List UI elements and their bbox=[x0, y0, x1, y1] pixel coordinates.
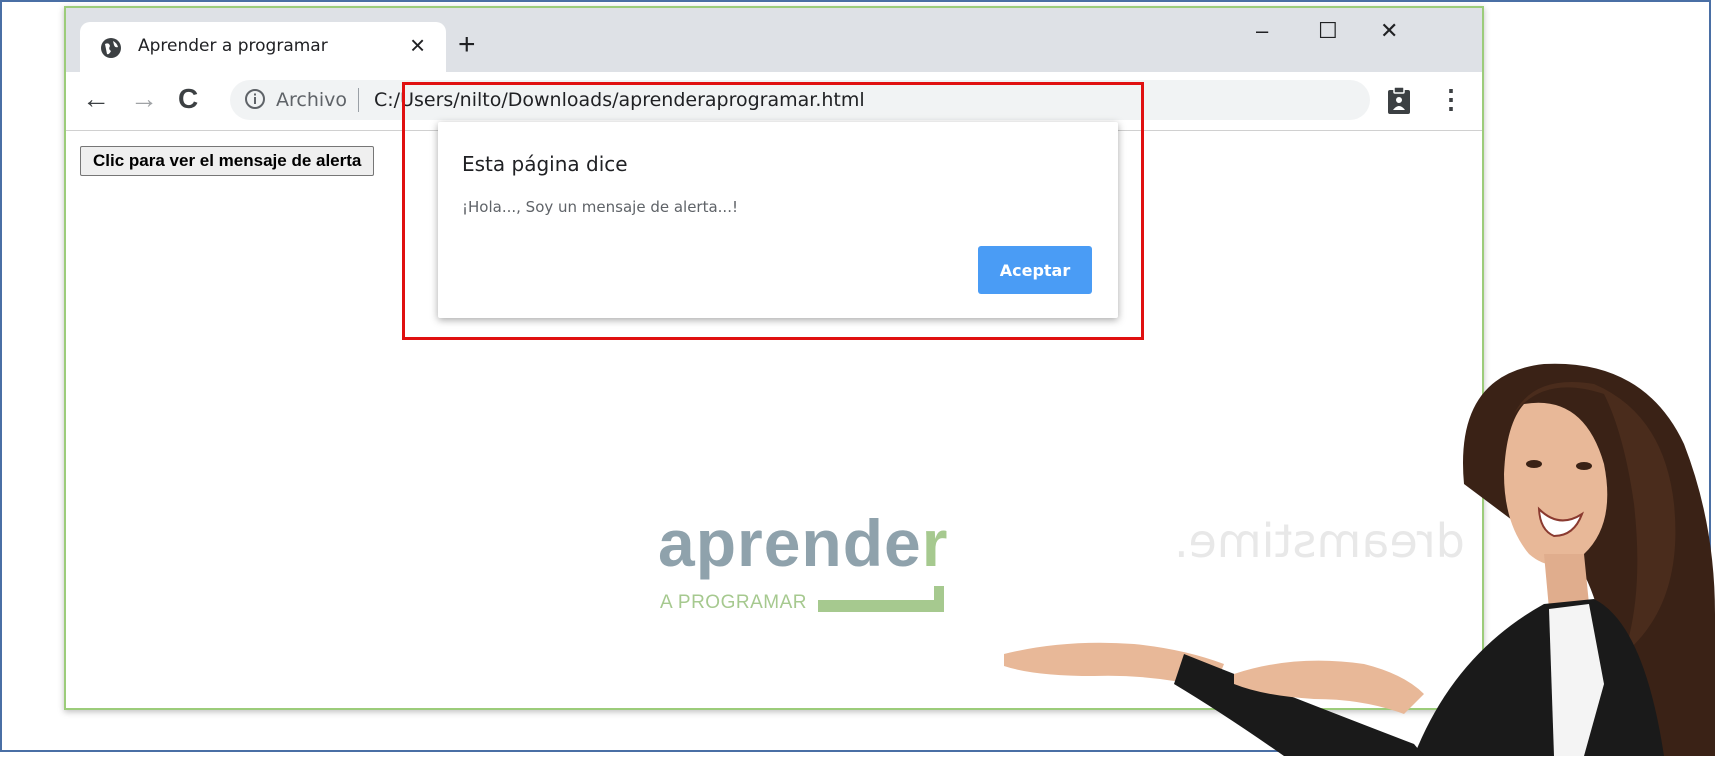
tab-bar: Aprender a programar × + – ☐ ✕ bbox=[66, 8, 1482, 72]
globe-icon bbox=[101, 38, 121, 58]
reload-button[interactable]: C bbox=[178, 82, 198, 116]
tab-close-icon[interactable]: × bbox=[410, 30, 425, 61]
left-eye bbox=[1526, 460, 1542, 468]
logo-word: aprender bbox=[658, 506, 948, 580]
right-eye bbox=[1576, 462, 1592, 470]
omnibox-divider bbox=[358, 88, 359, 112]
browser-tab[interactable]: Aprender a programar × bbox=[80, 22, 446, 72]
security-label: Archivo bbox=[276, 89, 348, 111]
logo: aprender A PROGRAMAR bbox=[658, 506, 978, 626]
logo-word-main: aprende bbox=[658, 506, 922, 580]
logo-tagline: A PROGRAMAR bbox=[660, 592, 807, 613]
back-button[interactable]: ← bbox=[82, 82, 110, 116]
minimize-button[interactable]: – bbox=[1256, 18, 1268, 44]
forward-button[interactable]: → bbox=[130, 82, 158, 116]
info-icon[interactable] bbox=[244, 88, 266, 110]
watermark-text: dreamstime. bbox=[1174, 514, 1465, 568]
menu-icon[interactable]: ⋮ bbox=[1438, 82, 1464, 116]
logo-bar bbox=[818, 600, 944, 612]
logo-vbar bbox=[934, 586, 944, 612]
logo-word-last: r bbox=[921, 506, 949, 580]
clipboard-icon[interactable] bbox=[1386, 86, 1412, 116]
presenter-photo: dreamstime. bbox=[984, 354, 1715, 756]
close-window-button[interactable]: ✕ bbox=[1380, 18, 1398, 44]
tab-title: Aprender a programar bbox=[138, 36, 328, 56]
maximize-button[interactable]: ☐ bbox=[1318, 18, 1338, 44]
new-tab-button[interactable]: + bbox=[458, 30, 476, 60]
highlight-box bbox=[402, 82, 1144, 340]
show-alert-button[interactable]: Clic para ver el mensaje de alerta bbox=[80, 146, 375, 176]
